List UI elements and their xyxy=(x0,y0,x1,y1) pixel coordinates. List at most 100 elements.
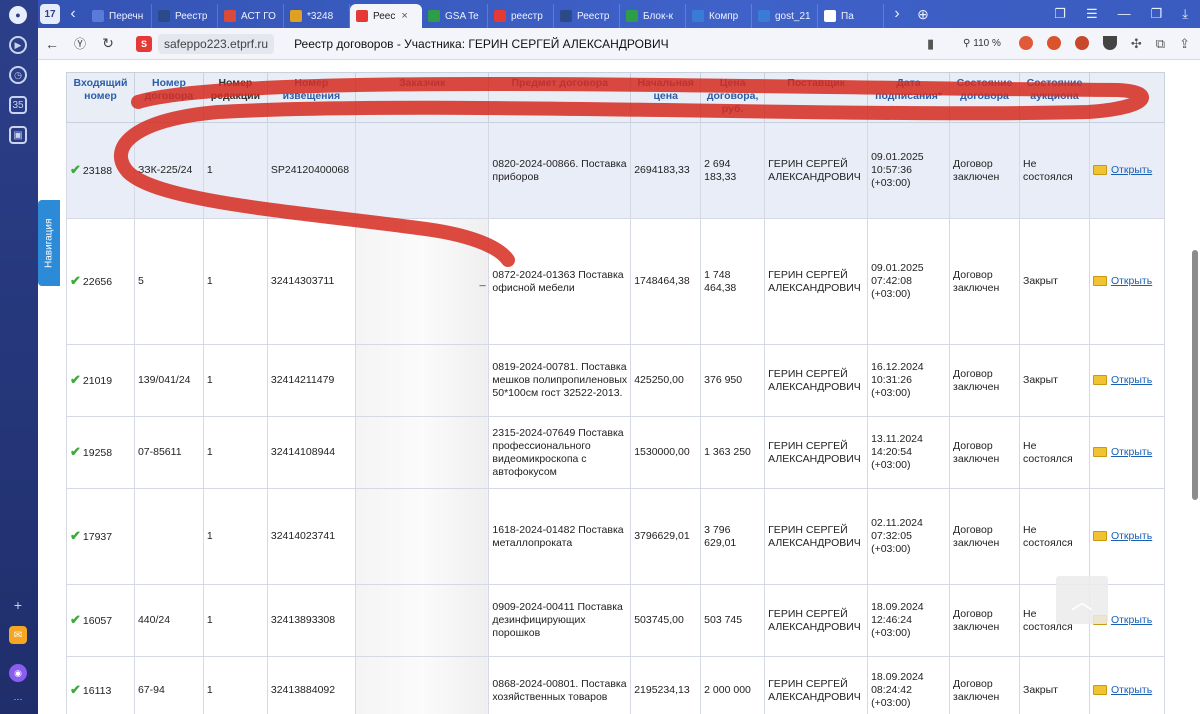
customer-cell xyxy=(354,122,490,219)
puzzle-icon[interactable]: ✣ xyxy=(1131,36,1142,52)
open-link[interactable]: Открыть xyxy=(1092,164,1152,176)
header-start-price[interactable]: Начальная цена xyxy=(630,72,702,123)
tab-label: Блок-к xyxy=(643,10,674,22)
checkmark-icon: ✔ xyxy=(70,612,81,627)
header-notice-number[interactable]: Номер извещения xyxy=(266,72,356,123)
play-icon[interactable]: ▶ xyxy=(9,36,27,54)
revision-cell: 1 xyxy=(202,656,268,714)
browser-tab[interactable]: Реестр xyxy=(554,4,620,28)
chevron-right-icon[interactable]: › xyxy=(884,5,910,23)
header-incoming-number[interactable]: Входящий номер xyxy=(66,72,135,123)
customer-cell xyxy=(354,656,490,714)
table-row[interactable]: ✔ 23188 ЗЗК-225/24 1 SP24120400068 0820-2024-… xyxy=(66,122,1166,219)
new-tab-icon[interactable]: ⊕ xyxy=(910,6,936,23)
contract-state-cell: Договор заключен xyxy=(949,344,1020,417)
incoming-number-cell: ✔ 21019 xyxy=(66,344,135,417)
contract-state-cell: Договор заключен xyxy=(949,416,1020,489)
chevron-left-icon[interactable]: ‹ xyxy=(60,5,86,23)
scroll-to-top-button[interactable]: ︿ xyxy=(1056,576,1108,624)
header-customer[interactable]: Заказчик xyxy=(354,72,490,123)
history-icon[interactable]: ◷ xyxy=(9,66,27,84)
open-link[interactable]: Открыть xyxy=(1092,530,1152,542)
favicon-icon xyxy=(758,10,770,22)
media-icon[interactable]: ▣ xyxy=(9,126,27,144)
actions-cell: Открыть xyxy=(1088,344,1166,417)
share-icon[interactable]: ⇪ xyxy=(1179,36,1190,52)
minimize-icon[interactable]: — xyxy=(1118,6,1131,22)
favicon-icon xyxy=(92,10,104,22)
browser-tab[interactable]: АСТ ГО xyxy=(218,4,284,28)
mail-icon[interactable]: ✉ xyxy=(9,626,27,644)
header-contract-price[interactable]: Цена договора, руб. xyxy=(700,72,766,123)
start-price-cell: 2694183,33 xyxy=(630,122,702,219)
browser-tab[interactable]: Реестр xyxy=(152,4,218,28)
download-icon[interactable]: ⤓ xyxy=(1182,6,1188,22)
browser-tab[interactable]: Па xyxy=(818,4,884,28)
sign-date-cell: 09.01.2025 07:42:08 (+03:00) xyxy=(867,218,951,345)
more-icon[interactable]: ⋯ xyxy=(9,690,27,708)
browser-tab[interactable]: Реес × xyxy=(350,4,422,28)
menu-icon[interactable]: ☰ xyxy=(1086,6,1098,22)
revision-cell: 1 xyxy=(202,122,268,219)
scrollbar[interactable] xyxy=(1192,250,1198,500)
subject-cell: 0868-2024-00801. Поставка хозяйственных … xyxy=(488,656,632,714)
extension-icon[interactable] xyxy=(1018,35,1033,50)
site-icon[interactable]: S xyxy=(136,35,152,52)
browser-tab[interactable]: Перечн xyxy=(86,4,152,28)
header-contract-number[interactable]: Номер договора xyxy=(133,72,204,123)
extension-icon[interactable] xyxy=(1046,35,1061,50)
browser-tab[interactable]: GSA Te xyxy=(422,4,488,28)
header-auction-state[interactable]: Состояние аукциона xyxy=(1019,72,1090,123)
add-icon[interactable]: + xyxy=(9,596,27,614)
header-subject[interactable]: Предмет договора xyxy=(488,72,632,123)
header-contract-state[interactable]: Состояние договора xyxy=(949,72,1020,123)
incoming-number-cell: ✔ 19258 xyxy=(66,416,135,489)
sidebar-toggle-icon[interactable]: ⧉ xyxy=(1156,36,1165,52)
back-icon[interactable]: ← xyxy=(38,36,66,52)
close-tab-icon[interactable]: × xyxy=(401,10,407,22)
contract-state-cell: Договор заключен xyxy=(949,488,1020,585)
contract-price-cell: 2 000 000 xyxy=(700,656,766,714)
tab-count[interactable]: 17 xyxy=(40,4,60,24)
assistant-icon[interactable]: ◉ xyxy=(9,664,27,682)
supplier-cell: ГЕРИН СЕРГЕЙ АЛЕКСАНДРОВИЧ xyxy=(764,416,869,489)
open-link[interactable]: Открыть xyxy=(1092,446,1152,458)
copy-icon[interactable]: ❐ xyxy=(1054,6,1066,22)
page-content: Навигация Входящий номер Номер договора … xyxy=(38,60,1200,714)
yandex-icon[interactable]: Ⓨ xyxy=(66,35,94,52)
incoming-number-cell: ✔ 16113 xyxy=(66,656,135,714)
url-domain[interactable]: safeppo223.etprf.ru xyxy=(158,33,275,54)
bookmark-icon[interactable]: ▮ xyxy=(927,36,949,52)
profile-icon[interactable]: ● xyxy=(9,6,27,24)
table-row[interactable]: ✔ 19258 07-85611 1 32414108944 2315-2024-0764… xyxy=(66,416,1166,489)
badge-icon[interactable]: 35 xyxy=(9,96,27,114)
browser-tab[interactable]: gost_21 xyxy=(752,4,818,28)
open-link[interactable]: Открыть xyxy=(1092,275,1152,287)
notice-number-cell: 32414023741 xyxy=(266,488,356,585)
browser-tab[interactable]: Блок-к xyxy=(620,4,686,28)
extension-icon[interactable] xyxy=(1074,35,1089,50)
open-link[interactable]: Открыть xyxy=(1092,374,1152,386)
folder-icon xyxy=(1092,531,1107,542)
header-sign-date[interactable]: Дата подписания* xyxy=(867,72,951,123)
navigation-tab[interactable]: Навигация xyxy=(38,200,60,286)
restore-icon[interactable]: ❐ xyxy=(1151,6,1163,22)
browser-tab[interactable]: реестр xyxy=(488,4,554,28)
actions-cell: Открыть xyxy=(1088,122,1166,219)
table-row[interactable]: ✔ 16057 440/24 1 32413893308 0909-2024-00411 … xyxy=(66,584,1166,657)
open-link[interactable]: Открыть xyxy=(1092,684,1152,696)
url-field[interactable]: S safeppo223.etprf.ru xyxy=(130,33,280,55)
table-row[interactable]: ✔ 16113 67-94 1 32413884092 0868-2024-00801. … xyxy=(66,656,1166,714)
header-supplier[interactable]: Поставщик xyxy=(764,72,869,123)
tab-label: gost_21 xyxy=(775,10,811,22)
incoming-number: 16057 xyxy=(82,615,113,627)
browser-tab[interactable]: Компр xyxy=(686,4,752,28)
table-row[interactable]: ✔ 22656 5 1 32414303711 _ 0872-2024-01363 Пост… xyxy=(66,218,1166,345)
table-row[interactable]: ✔ 17937 1 32414023741 1618-2024-01482 Постав… xyxy=(66,488,1166,585)
reload-icon[interactable]: ↻ xyxy=(94,35,122,52)
table-row[interactable]: ✔ 21019 139/041/24 1 32414211479 0819-2024-00… xyxy=(66,344,1166,417)
zoom-indicator[interactable]: ⚲ 110 % xyxy=(963,38,1001,49)
extension-icon[interactable] xyxy=(1102,35,1117,50)
folder-icon xyxy=(1092,165,1107,176)
browser-tab[interactable]: *3248 xyxy=(284,4,350,28)
